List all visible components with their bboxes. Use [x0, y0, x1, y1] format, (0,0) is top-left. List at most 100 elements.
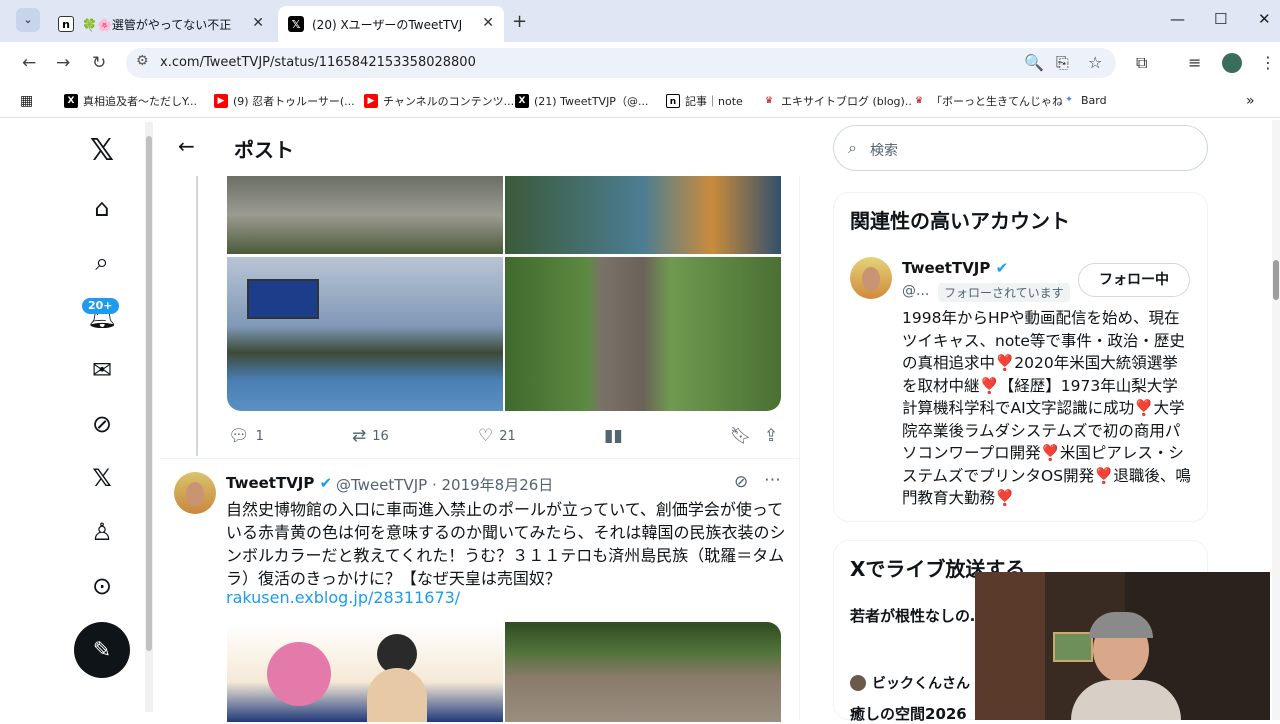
install-icon[interactable]: ⎘	[1056, 53, 1069, 73]
webcam-overlay	[975, 572, 1270, 720]
author-name: TweetTVJP	[226, 474, 315, 492]
bookmark-label: Bard	[1081, 93, 1107, 107]
tweet-photo[interactable]	[227, 622, 503, 722]
tab-search-button[interactable]: ⌄	[16, 8, 40, 32]
page-scrollbar[interactable]	[1272, 120, 1280, 720]
tab-1[interactable]: n 🍀🌸選管がやってない不正選挙 ✕	[48, 6, 274, 42]
tweet-link[interactable]: rakusen.exblog.jp/28311673/	[226, 588, 460, 607]
compose-post-button[interactable]: ✎	[74, 622, 130, 678]
profile-icon[interactable]: ♙	[82, 512, 122, 552]
search-icon[interactable]: ⌕	[82, 242, 122, 282]
address-bar[interactable]: ⚙ x.com/TweetTVJP/status/116584215335802…	[126, 48, 1116, 78]
grok-icon[interactable]: ⊘	[734, 472, 748, 492]
profile-avatar[interactable]	[1222, 53, 1242, 73]
back-arrow-icon[interactable]: ←	[178, 134, 195, 158]
bookmark-item[interactable]: ♛ 「ボーっと生きてんじゃね...	[912, 93, 1074, 109]
tweet-photo[interactable]	[227, 176, 503, 254]
reload-icon[interactable]: ↻	[92, 53, 106, 73]
close-icon[interactable]: ✕	[482, 15, 494, 31]
live-item-title[interactable]: 癒しの空間2026	[850, 703, 967, 724]
forward-icon[interactable]: →	[56, 53, 70, 73]
verified-badge-icon: ✔	[995, 259, 1009, 277]
bookmark-star-icon[interactable]: ☆	[1088, 53, 1102, 72]
follows-you-badge: フォローされています	[938, 283, 1070, 302]
bookmark-label: 記事｜note	[685, 95, 743, 108]
bookmark-item[interactable]: X 真相追及者～ただしY...	[64, 93, 197, 109]
bookmark-button[interactable]: 🔖︎	[730, 426, 752, 446]
excite-icon: ♛	[762, 94, 776, 108]
site-settings-icon[interactable]: ⚙	[136, 53, 149, 69]
tweet-photo[interactable]	[505, 622, 781, 722]
avatar[interactable]	[850, 257, 892, 299]
related-accounts-card: 関連性の高いアカウント TweetTVJP ✔ @... フォローされています …	[833, 192, 1208, 522]
divider	[160, 458, 800, 459]
more-options-icon[interactable]: ⋯	[764, 470, 781, 490]
tweet-author-name[interactable]: TweetTVJP ✔	[226, 474, 332, 492]
bookmark-item[interactable]: ▶ (9) 忍者トゥルーサー(...	[214, 93, 355, 109]
excite-icon: ♛	[912, 94, 926, 108]
extensions-icon[interactable]: ⧉	[1136, 53, 1147, 73]
new-tab-icon[interactable]: +	[512, 11, 527, 32]
close-icon[interactable]: ✕	[252, 15, 264, 31]
account-bio: 1998年からHPや動画配信を始め、現在ツイキャス、note等で事件・政治・歴史…	[902, 309, 1191, 507]
bookmark-icon: 🔖︎	[730, 426, 752, 446]
zoom-icon[interactable]: 🔍	[1024, 53, 1044, 72]
tab-label: 🍀🌸選管がやってない不正選挙	[82, 17, 232, 32]
x-icon: X	[515, 94, 529, 108]
retweet-button[interactable]: ⇄ 16	[352, 426, 389, 446]
window-close-icon[interactable]: ✕	[1258, 10, 1271, 28]
like-count: 21	[499, 428, 516, 444]
scrollbar-thumb[interactable]	[146, 136, 152, 651]
grok-icon[interactable]: ⊘	[82, 404, 122, 444]
reply-icon: 💬︎	[228, 426, 250, 446]
verified-badge-icon: ✔	[319, 474, 333, 492]
avatar[interactable]	[174, 472, 216, 514]
more-bookmarks-icon[interactable]: »	[1246, 93, 1255, 109]
reply-button[interactable]: 💬︎ 1	[228, 426, 264, 446]
premium-icon[interactable]: 𝕏	[82, 458, 122, 498]
tweet-text: 自然史博物館の入口に車両進入禁止のポールが立っていて、創価学会が使っている赤青黄…	[226, 500, 786, 588]
youtube-icon: ▶	[364, 94, 378, 108]
tweet-photo[interactable]	[505, 176, 781, 254]
minimize-icon[interactable]: —	[1170, 10, 1185, 28]
bookmark-item[interactable]: X (21) TweetTVJP（@...	[515, 93, 648, 109]
bookmark-label: チャンネルのコンテンツ...	[383, 95, 515, 108]
tab-2-active[interactable]: 𝕏 (20) XユーザーのTweetTVJPさん: 「 ✕	[278, 6, 504, 42]
retweet-count: 16	[372, 428, 389, 444]
account-name[interactable]: TweetTVJP ✔	[902, 259, 1008, 277]
bookmark-item[interactable]: ♛ エキサイトブログ (blog)...	[762, 93, 915, 109]
bookmark-item[interactable]: n 記事｜note	[666, 93, 743, 109]
back-icon[interactable]: ←	[22, 53, 36, 73]
apps-icon[interactable]: ▦	[20, 93, 33, 109]
bookmark-item[interactable]: ▶ チャンネルのコンテンツ...	[364, 93, 514, 109]
menu-icon[interactable]: ⋮	[1260, 53, 1276, 72]
search-box[interactable]: ⌕ 検索	[833, 125, 1208, 171]
like-button[interactable]: ♡ 21	[478, 426, 516, 446]
share-icon: ⇪	[764, 426, 779, 446]
bookmark-item[interactable]: ✦ Bard	[1062, 93, 1107, 107]
views-button[interactable]: ▮▮	[604, 426, 623, 446]
maximize-icon[interactable]: ☐	[1214, 10, 1227, 28]
page-title: ポスト	[234, 138, 294, 162]
card-title: 関連性の高いアカウント	[850, 209, 1070, 233]
tweet-photo[interactable]	[227, 257, 503, 411]
home-icon[interactable]: ⌂	[82, 188, 122, 228]
media-icon[interactable]: ≡	[1188, 53, 1201, 72]
retweet-icon: ⇄	[352, 426, 367, 446]
analytics-icon: ▮▮	[604, 426, 623, 446]
tab-bar: ⌄ n 🍀🌸選管がやってない不正選挙 ✕ 𝕏 (20) XユーザーのTweetT…	[0, 0, 1280, 42]
account-handle[interactable]: @...	[902, 283, 929, 299]
tweet-handle-date[interactable]: @TweetTVJP · 2019年8月26日	[336, 474, 553, 495]
tab-label: (20) XユーザーのTweetTVJPさん: 「	[312, 17, 462, 32]
thread-line	[196, 176, 198, 456]
x-logo-icon[interactable]: 𝕏	[82, 130, 122, 170]
following-button[interactable]: フォロー中	[1078, 263, 1190, 297]
more-icon[interactable]: ⊙	[82, 566, 122, 606]
messages-icon[interactable]: ✉	[82, 350, 122, 390]
scrollbar-thumb[interactable]	[1273, 260, 1279, 300]
avatar	[850, 675, 866, 691]
url-text: x.com/TweetTVJP/status/11658421533580288…	[160, 55, 476, 70]
tweet-photo[interactable]	[505, 257, 781, 411]
share-button[interactable]: ⇪	[764, 426, 778, 446]
live-host[interactable]: ビックくんさん	[850, 673, 970, 693]
